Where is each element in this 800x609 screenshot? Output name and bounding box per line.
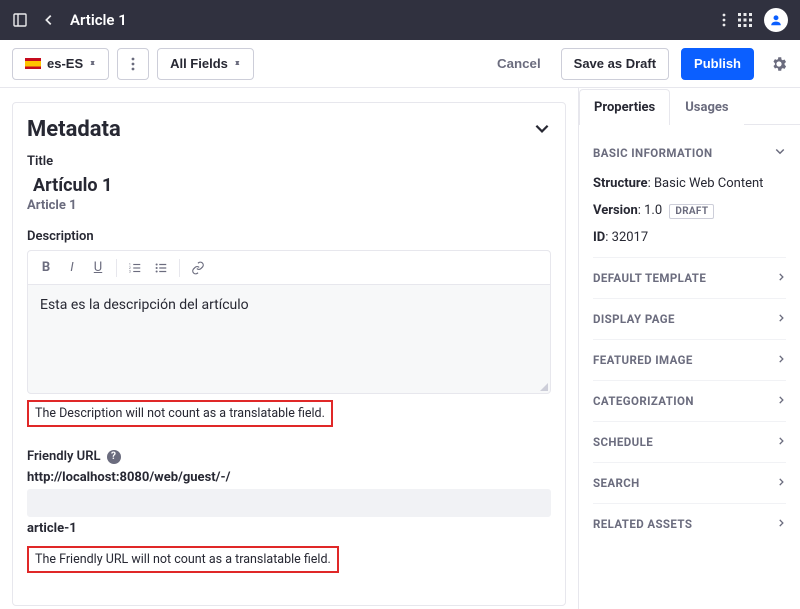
gear-icon[interactable] — [770, 55, 788, 73]
id-row: ID: 32017 — [593, 224, 786, 251]
save-draft-button[interactable]: Save as Draft — [561, 48, 669, 80]
ordered-list-icon[interactable]: 123 — [123, 256, 147, 280]
friendly-url-note: The Friendly URL will not count as a tra… — [27, 546, 339, 573]
friendly-url-label: Friendly URL ? — [27, 449, 551, 464]
cards-view-icon[interactable] — [12, 12, 28, 28]
version-row: Version: 1.0 DRAFT — [593, 197, 786, 224]
chevron-right-icon — [776, 312, 786, 326]
divider — [116, 259, 117, 277]
tab-properties[interactable]: Properties — [579, 89, 670, 125]
section-schedule[interactable]: SCHEDULE — [593, 421, 786, 462]
fields-filter-label: All Fields — [170, 56, 228, 71]
tab-usages[interactable]: Usages — [670, 89, 743, 125]
section-default-template[interactable]: DEFAULT TEMPLATE — [593, 257, 786, 298]
flag-spain-icon — [25, 58, 41, 69]
friendly-url-slug: article-1 — [27, 521, 551, 536]
metadata-card: Metadata Title Artículo 1 Article 1 Desc… — [12, 102, 566, 606]
description-label: Description — [27, 229, 551, 244]
chevron-right-icon — [776, 394, 786, 408]
kebab-icon[interactable] — [722, 13, 726, 27]
side-panel: Properties Usages BASIC INFORMATION Stru… — [578, 88, 800, 609]
fields-filter-selector[interactable]: All Fields ▲▼ — [157, 48, 254, 80]
bold-icon[interactable]: B — [34, 256, 58, 280]
chevron-right-icon — [776, 353, 786, 367]
topbar: Article 1 — [0, 0, 800, 40]
toolbar: es-ES ▲▼ All Fields ▲▼ Cancel Save as Dr… — [0, 40, 800, 88]
description-note: The Description will not count as a tran… — [27, 400, 333, 427]
description-editor[interactable]: Esta es la descripción del artículo — [27, 284, 551, 394]
locale-label: es-ES — [47, 56, 83, 71]
chevron-right-icon — [776, 271, 786, 285]
chevron-right-icon — [776, 476, 786, 490]
metadata-heading: Metadata — [27, 117, 121, 142]
chevron-right-icon — [776, 435, 786, 449]
section-display-page[interactable]: DISPLAY PAGE — [593, 298, 786, 339]
cancel-button[interactable]: Cancel — [489, 48, 549, 80]
chevron-down-icon — [774, 145, 786, 160]
friendly-url-prefix: http://localhost:8080/web/guest/-/ — [27, 470, 551, 485]
title-label: Title — [27, 154, 551, 169]
structure-row: Structure: Basic Web Content — [593, 170, 786, 197]
svg-text:3: 3 — [129, 269, 131, 273]
more-actions-button[interactable] — [117, 48, 149, 80]
side-tabs: Properties Usages — [579, 88, 800, 125]
basic-info-heading[interactable]: BASIC INFORMATION — [593, 135, 786, 170]
unordered-list-icon[interactable] — [149, 256, 173, 280]
section-search[interactable]: SEARCH — [593, 462, 786, 503]
locale-selector[interactable]: es-ES ▲▼ — [12, 48, 109, 80]
link-icon[interactable] — [186, 256, 210, 280]
title-sub: Article 1 — [27, 198, 551, 213]
section-categorization[interactable]: CATEGORIZATION — [593, 380, 786, 421]
title-main: Artículo 1 — [33, 175, 551, 196]
editor-toolbar: B I U 123 — [27, 250, 551, 284]
help-icon[interactable]: ? — [107, 450, 121, 464]
page-title: Article 1 — [70, 11, 127, 29]
section-related-assets[interactable]: RELATED ASSETS — [593, 503, 786, 544]
publish-button[interactable]: Publish — [681, 48, 754, 80]
chevron-down-icon[interactable] — [533, 119, 551, 141]
divider — [179, 259, 180, 277]
friendly-url-input[interactable] — [27, 489, 551, 517]
user-avatar[interactable] — [764, 8, 788, 32]
underline-icon[interactable]: U — [86, 256, 110, 280]
chevron-right-icon — [776, 517, 786, 531]
back-icon[interactable] — [42, 13, 56, 27]
section-featured-image[interactable]: FEATURED IMAGE — [593, 339, 786, 380]
apps-grid-icon[interactable] — [738, 13, 752, 27]
main-content: Metadata Title Artículo 1 Article 1 Desc… — [0, 88, 578, 609]
status-badge: DRAFT — [669, 204, 714, 219]
italic-icon[interactable]: I — [60, 256, 84, 280]
